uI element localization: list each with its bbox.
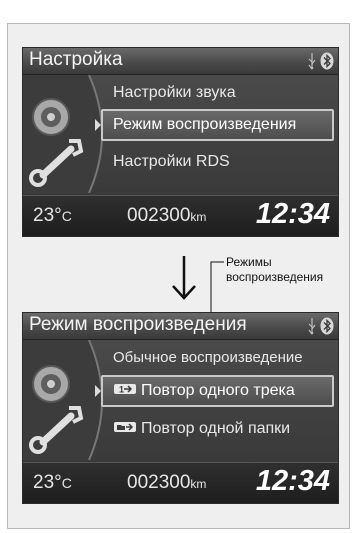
- menu-item-play-mode[interactable]: Режим воспроизведения: [101, 109, 334, 141]
- title-bar: Настройка: [23, 48, 338, 75]
- settings-screen: Настройка Настройки звука Режим воспроиз…: [23, 48, 338, 236]
- menu-item-rds-settings[interactable]: Настройки RDS: [105, 146, 330, 178]
- repeat-track-icon: 1: [114, 384, 136, 395]
- disc-icon: [32, 365, 70, 403]
- menu-item-normal-playback[interactable]: Обычное воспроизведение: [105, 342, 330, 374]
- repeat-folder-label: Повтор одной папки: [141, 420, 291, 437]
- screen-title: Настройка: [29, 49, 123, 70]
- callout-line-1: Режимы: [226, 255, 272, 269]
- status-footer: 23°C 002300km 12:34: [23, 462, 338, 503]
- disc-icon: [32, 98, 70, 136]
- callout-line-2: воспроизведения: [226, 270, 324, 284]
- status-footer: 23°C 002300km 12:34: [23, 195, 338, 236]
- title-bar: Режим воспроизведения: [23, 313, 338, 340]
- usb-icon: [306, 317, 318, 340]
- odometer-readout: 002300km: [127, 472, 207, 493]
- bluetooth-icon: [320, 317, 334, 340]
- play-mode-screen: Режим воспроизведения Обычное воспроизве…: [23, 313, 338, 503]
- screen-title: Режим воспроизведения: [29, 314, 247, 335]
- usb-icon: [306, 52, 318, 75]
- repeat-track-label: Повтор одного трека: [141, 382, 295, 399]
- bluetooth-icon: [320, 52, 334, 75]
- temperature-readout: 23°C: [33, 472, 72, 493]
- callout-label: Режимы воспроизведения: [226, 255, 323, 285]
- temperature-readout: 23°C: [33, 205, 72, 226]
- menu-item-repeat-folder[interactable]: Повтор одной папки: [105, 413, 330, 445]
- repeat-folder-icon: [114, 422, 136, 433]
- down-arrow-icon: [172, 256, 196, 300]
- menu-panel: Настройки звука Режим воспроизведения На…: [23, 75, 338, 193]
- menu-item-sound-settings[interactable]: Настройки звука: [105, 77, 330, 109]
- clock: 12:34: [255, 465, 330, 497]
- menu-panel: Обычное воспроизведение 1 Повтор одного …: [23, 340, 338, 460]
- svg-text:1: 1: [119, 385, 124, 395]
- odometer-readout: 002300km: [127, 205, 207, 226]
- menu-item-repeat-track[interactable]: 1 Повтор одного трека: [101, 375, 334, 407]
- clock: 12:34: [255, 198, 330, 230]
